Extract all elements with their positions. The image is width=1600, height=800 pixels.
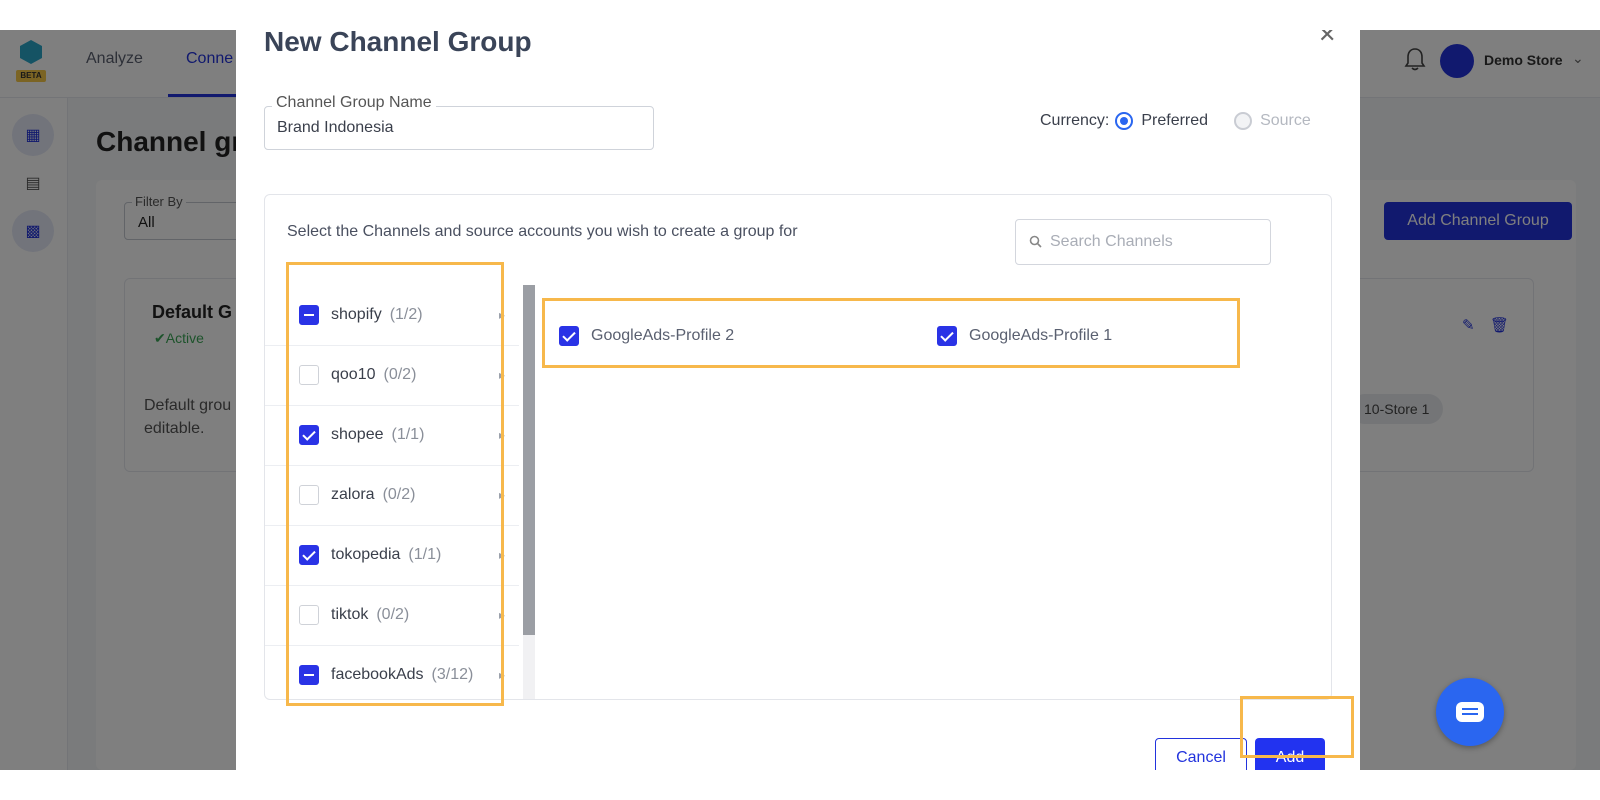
channel-selection-panel: Select the Channels and source accounts …	[264, 194, 1332, 700]
chat-button[interactable]	[1436, 678, 1504, 746]
checkbox-partial[interactable]	[299, 305, 319, 325]
channel-count: (1/1)	[408, 546, 442, 563]
checkbox-partial[interactable]	[299, 665, 319, 685]
channel-count: (0/2)	[376, 606, 410, 623]
channel-name: tokopedia	[331, 546, 401, 563]
account-googleads-profile-1[interactable]: GoogleAds-Profile 1	[937, 326, 1112, 346]
channel-name: shopify	[331, 306, 382, 323]
checkbox-unchecked[interactable]	[299, 485, 319, 505]
channel-row-shopify[interactable]: shopify (1/2) ▸	[265, 285, 519, 346]
channel-row-tokopedia[interactable]: tokopedia (1/1) ▸	[265, 525, 519, 586]
channel-group-name-input[interactable]	[277, 119, 637, 137]
checkbox-checked[interactable]	[299, 425, 319, 445]
account-label: GoogleAds-Profile 2	[591, 327, 735, 344]
modal-title: New Channel Group	[264, 30, 532, 57]
channel-list: shopify (1/2) ▸ qoo10 (0/2) ▸ shopee (1/1) …	[265, 285, 519, 699]
channel-group-name-field[interactable]	[264, 106, 654, 150]
checkbox-checked[interactable]	[559, 326, 579, 346]
checkbox-checked[interactable]	[937, 326, 957, 346]
selection-instruction: Select the Channels and source accounts …	[287, 223, 798, 240]
chevron-right-icon[interactable]: ▸	[499, 308, 505, 322]
radio-preferred[interactable]	[1115, 112, 1134, 130]
channel-label: facebookAds (3/12)	[331, 666, 473, 684]
currency-selector: Currency: Preferred Source	[1040, 112, 1311, 130]
channel-count: (1/1)	[391, 426, 425, 443]
currency-label: Currency:	[1040, 112, 1110, 129]
checkbox-unchecked[interactable]	[299, 605, 319, 625]
channel-name: zalora	[331, 486, 375, 503]
channel-name: shopee	[331, 426, 384, 443]
channel-label: qoo10 (0/2)	[331, 366, 416, 384]
channel-row-zalora[interactable]: zalora (0/2) ▸	[265, 465, 519, 526]
checkbox-unchecked[interactable]	[299, 365, 319, 385]
radio-source[interactable]	[1234, 112, 1253, 130]
chevron-right-icon[interactable]: ▸	[499, 548, 505, 562]
chevron-right-icon[interactable]: ▸	[499, 668, 505, 682]
close-icon[interactable]: ✕	[1318, 30, 1336, 48]
chevron-right-icon[interactable]: ▸	[499, 608, 505, 622]
channel-group-name-label: Channel Group Name	[272, 94, 436, 112]
search-channels-box[interactable]	[1015, 219, 1271, 265]
new-channel-group-modal: New Channel Group ✕ Channel Group Name C…	[236, 30, 1360, 770]
app-viewport: BETA Analyze Conne Demo Store ⌄ ▦ ▤ ▩ Ch…	[0, 30, 1600, 770]
channel-label: shopify (1/2)	[331, 306, 423, 324]
channel-label: tiktok (0/2)	[331, 606, 409, 624]
channel-label: shopee (1/1)	[331, 426, 424, 444]
channel-count: (1/2)	[389, 306, 423, 323]
radio-selected-dot	[1120, 117, 1129, 125]
channel-name: facebookAds	[331, 666, 424, 683]
chat-icon	[1456, 702, 1484, 722]
currency-option-source[interactable]: Source	[1260, 112, 1311, 130]
account-googleads-profile-2[interactable]: GoogleAds-Profile 2	[559, 326, 734, 346]
search-icon	[1029, 235, 1042, 248]
source-accounts: GoogleAds-Profile 2 GoogleAds-Profile 1	[541, 301, 1221, 371]
chevron-right-icon[interactable]: ▸	[499, 488, 505, 502]
scrollbar-thumb[interactable]	[523, 285, 535, 635]
channel-list-scrollbar[interactable]	[523, 285, 535, 699]
channel-label: tokopedia (1/1)	[331, 546, 441, 564]
channel-count: (3/12)	[431, 666, 474, 683]
cancel-button[interactable]: Cancel	[1155, 738, 1247, 770]
currency-option-preferred[interactable]: Preferred	[1141, 112, 1208, 130]
channel-label: zalora (0/2)	[331, 486, 415, 504]
channel-row-tiktok[interactable]: tiktok (0/2) ▸	[265, 585, 519, 646]
search-channels-input[interactable]	[1050, 233, 1260, 251]
channel-row-qoo10[interactable]: qoo10 (0/2) ▸	[265, 345, 519, 406]
channel-count: (0/2)	[382, 486, 416, 503]
checkbox-checked[interactable]	[299, 545, 319, 565]
channel-count: (0/2)	[383, 366, 417, 383]
account-label: GoogleAds-Profile 1	[969, 327, 1113, 344]
chevron-right-icon[interactable]: ▸	[499, 428, 505, 442]
channel-row-shopee[interactable]: shopee (1/1) ▸	[265, 405, 519, 466]
add-button[interactable]: Add	[1255, 738, 1325, 770]
chevron-right-icon[interactable]: ▸	[499, 368, 505, 382]
channel-name: tiktok	[331, 606, 369, 623]
channel-name: qoo10	[331, 366, 376, 383]
channel-row-facebookads[interactable]: facebookAds (3/12) ▸	[265, 645, 519, 699]
